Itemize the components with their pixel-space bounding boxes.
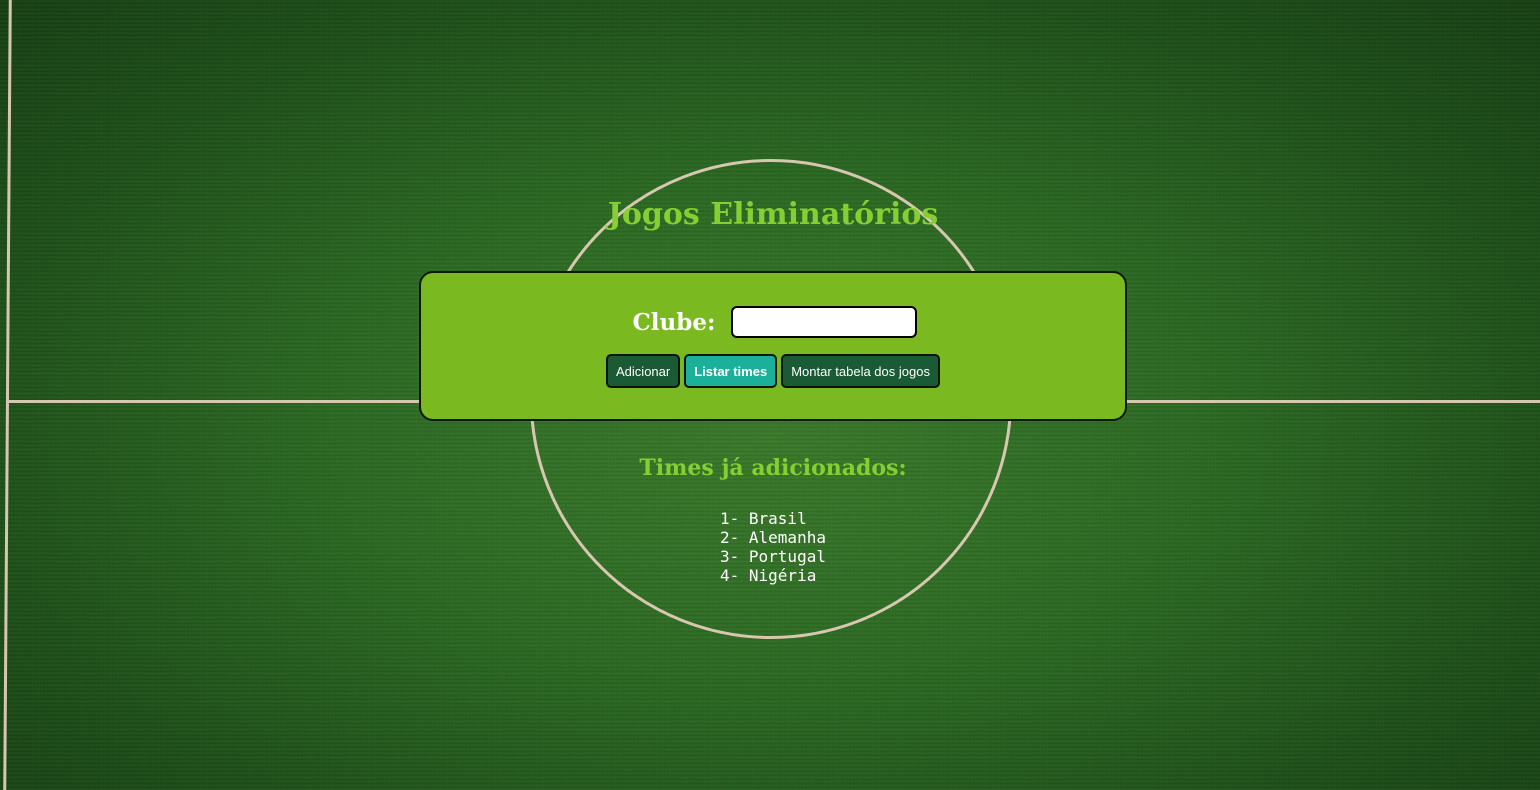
add-team-button[interactable]: Adicionar xyxy=(606,354,681,388)
club-label: Clube: xyxy=(632,308,716,336)
club-input[interactable] xyxy=(731,306,918,338)
build-schedule-button[interactable]: Montar tabela dos jogos xyxy=(781,354,940,388)
club-form-row: Clube: xyxy=(421,306,1125,338)
action-buttons: Adicionar Listar times Montar tabela dos… xyxy=(421,354,1125,388)
page-title: Jogos Eliminatórios xyxy=(607,197,939,232)
team-list-item: 2- Alemanha xyxy=(720,528,826,547)
field-sideline xyxy=(3,0,12,790)
team-list-item: 1- Brasil xyxy=(720,509,807,528)
teams-heading: Times já adicionados: xyxy=(639,455,907,481)
list-teams-button[interactable]: Listar times xyxy=(684,354,778,388)
team-form-panel: Clube: Adicionar Listar times Montar tab… xyxy=(419,271,1127,421)
team-list-item: 3- Portugal xyxy=(720,547,826,566)
team-list-item: 4- Nigéria xyxy=(720,566,817,585)
team-list: 1- Brasil 2- Alemanha 3- Portugal 4- Nig… xyxy=(720,509,826,585)
